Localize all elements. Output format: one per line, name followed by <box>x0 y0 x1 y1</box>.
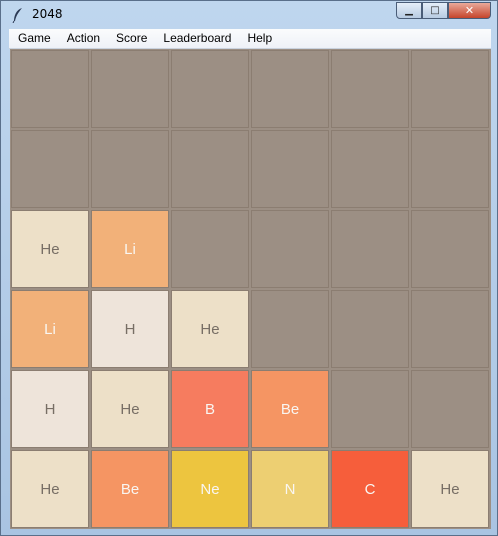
tile: Be <box>251 370 329 448</box>
tile: H <box>11 370 89 448</box>
tile-label: He <box>120 400 140 418</box>
feather-icon <box>12 8 22 23</box>
tile-label: Li <box>124 240 136 258</box>
empty-cell <box>251 290 329 368</box>
empty-cell <box>411 290 489 368</box>
empty-cell <box>331 370 409 448</box>
tile-label: Be <box>120 480 140 498</box>
tile-label: He <box>200 320 220 338</box>
tile: C <box>331 450 409 528</box>
tile-label: H <box>124 320 136 338</box>
maximize-icon: □ <box>430 5 440 16</box>
close-icon: ✕ <box>464 4 475 17</box>
empty-cell <box>411 50 489 128</box>
maximize-button[interactable]: □ <box>422 2 448 19</box>
tile: Ne <box>171 450 249 528</box>
empty-cell <box>331 130 409 208</box>
tile-label: Ne <box>200 480 220 498</box>
tile-label: Li <box>44 320 56 338</box>
tile-label: He <box>40 240 60 258</box>
tile: He <box>91 370 169 448</box>
minimize-button[interactable]: ▁ <box>396 2 422 19</box>
menu-leaderboard[interactable]: Leaderboard <box>154 29 238 48</box>
menu-score[interactable]: Score <box>107 29 154 48</box>
tile: B <box>171 370 249 448</box>
game-board: He Li Li H He H He B Be He Be Ne N C He <box>10 49 491 529</box>
empty-cell <box>11 130 89 208</box>
title-bar[interactable]: 2048 ▁ □ ✕ <box>1 1 497 29</box>
empty-cell <box>251 130 329 208</box>
empty-cell <box>11 50 89 128</box>
close-button[interactable]: ✕ <box>448 2 491 19</box>
tile: Be <box>91 450 169 528</box>
empty-cell <box>411 130 489 208</box>
tile: N <box>251 450 329 528</box>
empty-cell <box>411 370 489 448</box>
tile-label: He <box>40 480 60 498</box>
empty-cell <box>171 50 249 128</box>
empty-cell <box>331 50 409 128</box>
tile: He <box>411 450 489 528</box>
empty-cell <box>331 290 409 368</box>
tile-label: N <box>284 480 296 498</box>
tile-label: B <box>204 400 215 418</box>
window-title: 2048 <box>32 7 63 21</box>
empty-cell <box>411 210 489 288</box>
game-window: 2048 ▁ □ ✕ Game Action Score Leaderboard… <box>0 0 498 536</box>
tile-label: He <box>440 480 460 498</box>
empty-cell <box>91 130 169 208</box>
tile-label: Be <box>280 400 300 418</box>
tile-label: H <box>44 400 56 418</box>
tile: Li <box>11 290 89 368</box>
tile: He <box>171 290 249 368</box>
tile: He <box>11 450 89 528</box>
empty-cell <box>91 50 169 128</box>
tile-label: C <box>364 480 376 498</box>
empty-cell <box>171 210 249 288</box>
empty-cell <box>171 130 249 208</box>
empty-cell <box>331 210 409 288</box>
menu-help[interactable]: Help <box>238 29 279 48</box>
menu-action[interactable]: Action <box>58 29 107 48</box>
tile: H <box>91 290 169 368</box>
empty-cell <box>251 50 329 128</box>
menu-game[interactable]: Game <box>9 29 58 48</box>
minimize-icon: ▁ <box>405 5 413 16</box>
tile: Li <box>91 210 169 288</box>
empty-cell <box>251 210 329 288</box>
tile: He <box>11 210 89 288</box>
caption-buttons: ▁ □ ✕ <box>396 2 491 20</box>
menu-bar: Game Action Score Leaderboard Help <box>9 29 491 49</box>
